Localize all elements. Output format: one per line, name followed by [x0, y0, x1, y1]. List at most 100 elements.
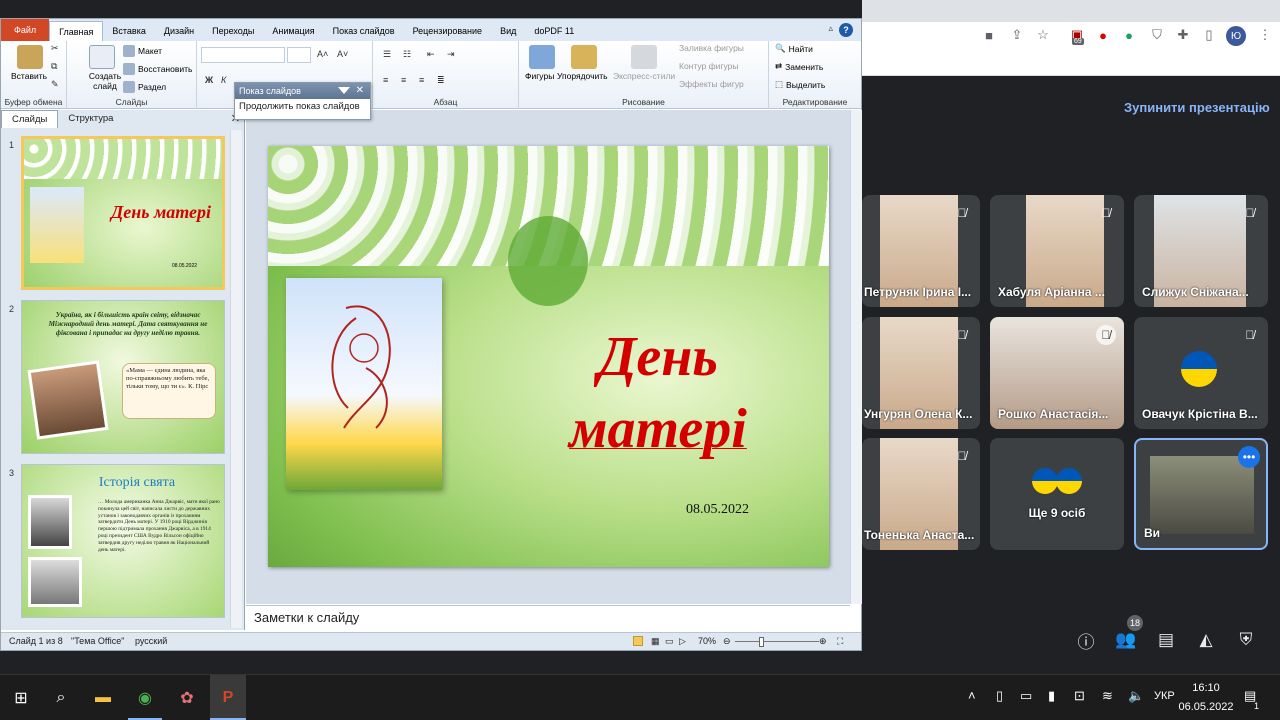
pane-scrollbar[interactable]	[230, 130, 242, 628]
bookmark-star-icon[interactable]: ☆	[1034, 26, 1052, 44]
slide-thumbnail-2[interactable]: Україна, як і більшість країн світу, від…	[21, 300, 225, 454]
zoom-slider[interactable]	[735, 641, 819, 642]
language-indicator[interactable]: УКР	[1154, 690, 1175, 702]
slide-thumbnail-1[interactable]: День матері 08.05.2022	[21, 136, 225, 290]
more-participants-tile[interactable]: Ще 9 осіб	[990, 438, 1124, 550]
participant-tile[interactable]: 🎙̸ Рошко Анастасія...	[990, 317, 1124, 429]
justify-icon[interactable]: ≣	[437, 75, 445, 86]
search-icon[interactable]: ⌕	[46, 683, 76, 713]
tab-insert[interactable]: Вставка	[103, 21, 154, 41]
opera-icon[interactable]: ●	[1094, 26, 1112, 44]
people-icon[interactable]: 👥	[1114, 628, 1138, 652]
chrome-icon[interactable]: ◉	[130, 683, 160, 713]
bold-icon[interactable]: Ж	[205, 75, 213, 85]
powerpoint-icon[interactable]: P	[210, 675, 246, 720]
sorter-view-icon[interactable]: ▦	[651, 636, 660, 647]
usb-icon[interactable]: ⊡	[1074, 688, 1085, 704]
quick-styles-button[interactable]: Экспресс-стили	[613, 71, 675, 81]
show-hidden-icons-icon[interactable]: ˄	[968, 688, 976, 703]
shape-fill-button[interactable]: Заливка фигуры	[679, 43, 744, 53]
info-icon[interactable]: ⓘ	[1074, 628, 1098, 652]
tab-design[interactable]: Дизайн	[155, 21, 203, 41]
tab-view[interactable]: Вид	[491, 21, 525, 41]
chevron-down-icon[interactable]	[338, 87, 350, 94]
microphone-icon[interactable]: ▮	[1048, 688, 1055, 704]
volume-icon[interactable]: 🔈	[1128, 688, 1144, 704]
tab-review[interactable]: Рецензирование	[404, 21, 492, 41]
shield-ext-icon[interactable]: ⛉	[1148, 26, 1166, 44]
font-size-box[interactable]	[287, 47, 311, 63]
zoom-out-icon[interactable]: ⊖	[723, 636, 731, 647]
shrink-font-icon[interactable]: A˅	[337, 49, 348, 59]
fit-slide-icon[interactable]: ⛶	[837, 636, 843, 647]
chat-icon[interactable]: ▤	[1154, 628, 1178, 652]
tab-transitions[interactable]: Переходы	[203, 21, 263, 41]
profile-avatar[interactable]: Ю	[1226, 26, 1246, 46]
new-slide-button[interactable]: Создать слайд	[85, 71, 125, 91]
help-icon[interactable]: ?	[839, 23, 853, 37]
current-slide[interactable]: День матері 08.05.2022	[268, 146, 829, 567]
section-button[interactable]: Раздел	[123, 81, 166, 93]
participant-tile[interactable]: 🎙̸ Петруняк Ірина І...	[862, 195, 980, 307]
file-explorer-icon[interactable]: ▬	[88, 683, 118, 713]
grow-font-icon[interactable]: A˄	[317, 49, 328, 59]
paste-button[interactable]: Вставить	[11, 71, 47, 81]
indent-icon[interactable]: ⇤	[427, 49, 435, 60]
bullets-icon[interactable]: ☰	[383, 49, 391, 60]
align-right-icon[interactable]: ≡	[419, 75, 424, 85]
slide-scrollbar[interactable]	[850, 110, 862, 604]
menu-dots-icon[interactable]: ⋮	[1256, 26, 1274, 44]
puzzle-icon[interactable]: ✚	[1174, 26, 1192, 44]
participant-tile[interactable]: 🎙̸ Тоненька Анаста...	[862, 438, 980, 550]
zoom-thumb[interactable]	[759, 637, 764, 647]
host-controls-icon[interactable]: ⛨	[1234, 628, 1258, 652]
sidepanel-icon[interactable]: ▯	[1200, 26, 1218, 44]
windows-start-icon[interactable]: ⊞	[6, 683, 36, 713]
participant-tile[interactable]: 🎙̸ Слижук Сніжана...	[1134, 195, 1268, 307]
slideshow-view-icon[interactable]: ▷	[679, 636, 686, 647]
paint-icon[interactable]: ✿	[172, 683, 202, 713]
tab-file[interactable]: Файл	[1, 19, 50, 41]
align-left-icon[interactable]: ≡	[383, 75, 388, 85]
find-button[interactable]: 🔍 Найти	[775, 43, 813, 54]
shape-effects-button[interactable]: Эффекты фигур	[679, 79, 744, 89]
tab-animation[interactable]: Анимация	[263, 21, 323, 41]
slide-thumbnail-3[interactable]: Історія свята … Молода американка Анна Д…	[21, 464, 225, 618]
minimize-ribbon-icon[interactable]: ▵	[828, 23, 833, 37]
arrange-button[interactable]: Упорядочить	[557, 71, 608, 81]
self-tile[interactable]: ••• Ви	[1134, 438, 1268, 550]
shapes-button[interactable]: Фигуры	[525, 71, 554, 81]
layout-button[interactable]: Макет	[123, 45, 162, 57]
shape-outline-button[interactable]: Контур фигуры	[679, 61, 738, 71]
zoom-level[interactable]: 70%	[698, 636, 716, 646]
more-options-icon[interactable]: •••	[1238, 446, 1260, 468]
tab-outline[interactable]: Структура	[58, 110, 123, 128]
replace-button[interactable]: ⇄ Заменить	[775, 61, 823, 72]
font-name-box[interactable]	[201, 47, 285, 63]
normal-view-icon[interactable]	[633, 636, 643, 646]
participant-tile[interactable]: 🎙̸ Овачук Крістіна В...	[1134, 317, 1268, 429]
cut-icon[interactable]: ✂	[51, 43, 59, 54]
numbering-icon[interactable]: ☷	[403, 49, 411, 60]
battery-icon[interactable]: ▭	[1020, 688, 1032, 704]
camera-icon[interactable]: ■	[980, 26, 998, 44]
notes-field[interactable]: Заметки к слайду	[246, 605, 850, 632]
tab-dopdf[interactable]: doPDF 11	[525, 21, 583, 41]
tab-slideshow[interactable]: Показ слайдов	[324, 21, 404, 41]
tab-home[interactable]: Главная	[49, 21, 104, 41]
zoom-in-icon[interactable]: ⊕	[819, 636, 827, 647]
copy-icon[interactable]: ⧉	[51, 61, 57, 72]
close-icon[interactable]: ✕	[356, 83, 364, 99]
activities-icon[interactable]: ◭	[1194, 628, 1218, 652]
wifi-icon[interactable]: ≋	[1102, 688, 1113, 704]
tab-slides[interactable]: Слайды	[1, 110, 59, 128]
format-painter-icon[interactable]: ✎	[51, 79, 59, 90]
share-icon[interactable]: ⇪	[1008, 26, 1026, 44]
resume-slideshow-button[interactable]: Продолжить показ слайдов	[235, 99, 370, 114]
participant-tile[interactable]: 🎙̸ Хабуля Аріанна ...	[990, 195, 1124, 307]
reset-button[interactable]: Восстановить	[123, 63, 192, 75]
align-center-icon[interactable]: ≡	[401, 75, 406, 85]
outdent-icon[interactable]: ⇥	[447, 49, 455, 60]
clock[interactable]: 16:10 06.05.2022	[1178, 679, 1234, 717]
participant-tile[interactable]: 🎙̸ Унгурян Олена К...	[862, 317, 980, 429]
